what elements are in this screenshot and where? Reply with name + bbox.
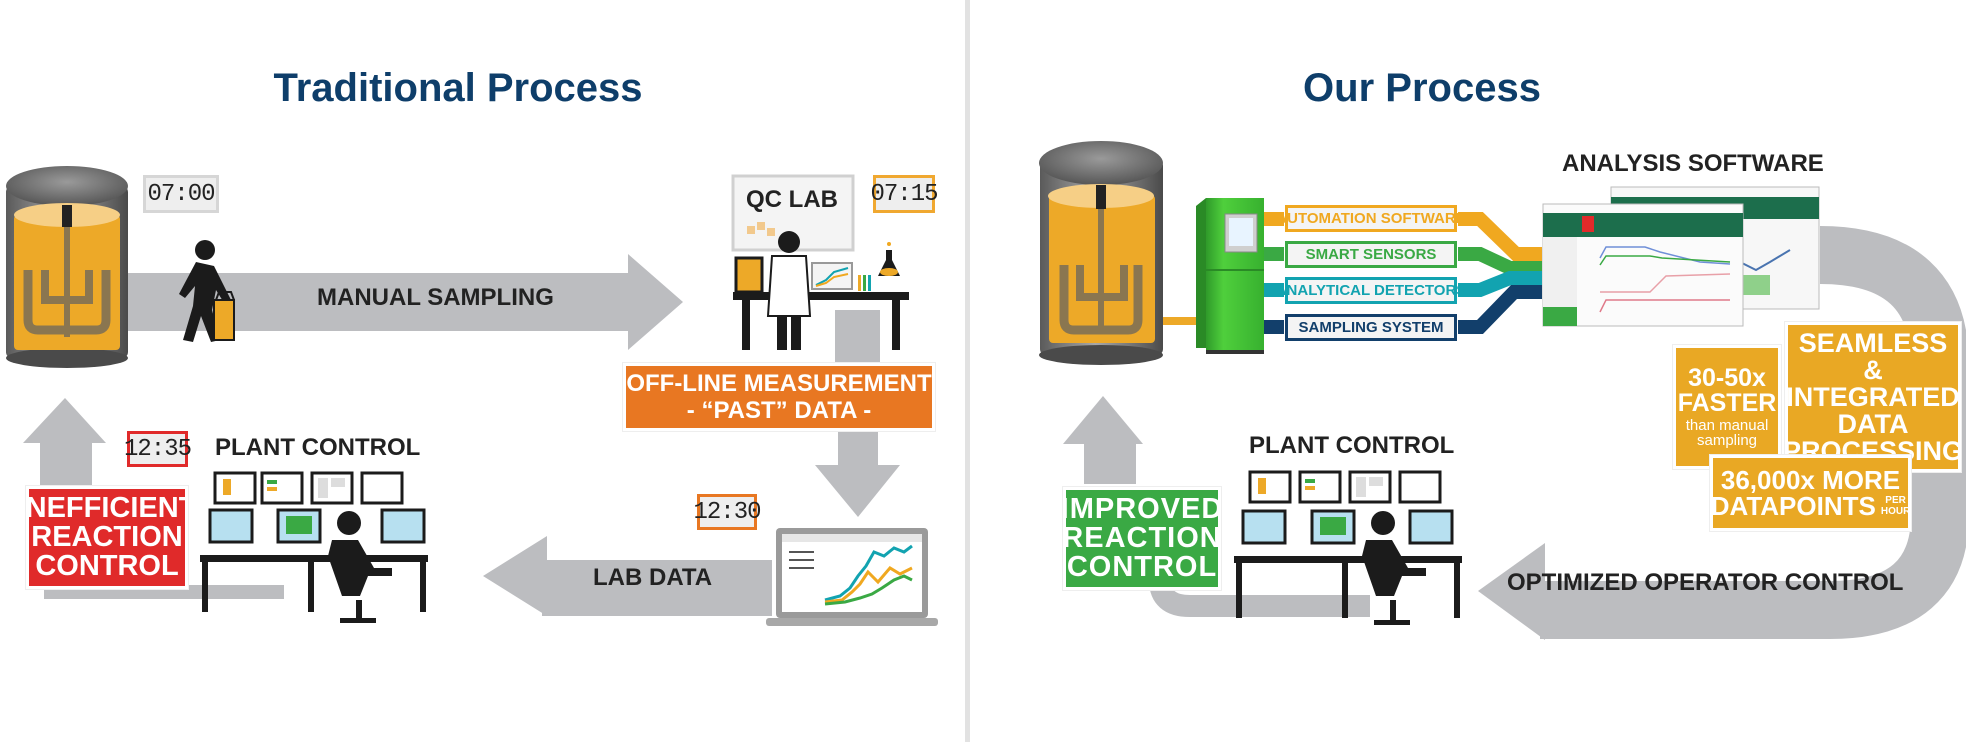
component-sampling-system: SAMPLING SYSTEM — [1285, 314, 1457, 341]
benefit-faster-line1: 30-50x — [1688, 364, 1766, 392]
offline-measurement-box: OFF-LINE MEASUREMENT - “PAST” DATA - — [622, 362, 936, 432]
component-analytical-detectors: ANALYTICAL DETECTORS — [1276, 277, 1466, 304]
benefit-datapoints-box: 36,000x MORE DATAPOINTS PER HOUR — [1709, 454, 1912, 532]
benefit-seamless-line3: DATA — [1837, 408, 1909, 439]
plant-control-label-right: PLANT CONTROL — [1249, 432, 1455, 459]
panel-divider — [965, 0, 970, 742]
clock-lab-time: 07:15 — [871, 175, 939, 213]
per-hour-unit: PER HOUR — [1881, 495, 1910, 517]
inefficient-reaction-control-box: INEFFICIENT REACTION CONTROL — [18, 485, 196, 590]
plant-control-station-icon-left — [200, 471, 428, 623]
offline-measurement-line2: - “PAST” DATA - — [686, 396, 872, 424]
reactor-icon-right — [1039, 141, 1197, 365]
per-hour-unit-top: PER — [1885, 495, 1906, 506]
manual-sampling-label: MANUAL SAMPLING — [317, 284, 554, 311]
qc-lab-label: QC LAB — [746, 186, 838, 213]
component-automation-software: AUTOMATION SOFTWARE — [1276, 205, 1466, 232]
improved-line2: REACTION — [1062, 522, 1222, 554]
lab-data-label: LAB DATA — [593, 564, 713, 591]
benefit-seamless-line2: INTEGRATED — [1786, 381, 1960, 412]
analysis-software-screenshot — [1542, 186, 1820, 327]
component-smart-sensors: SMART SENSORS — [1285, 241, 1457, 268]
benefit-seamless-box: SEAMLESS & INTEGRATED DATA PROCESSING — [1783, 321, 1963, 473]
analysis-software-label: ANALYSIS SOFTWARE — [1562, 150, 1824, 177]
optimized-operator-control-label: OPTIMIZED OPERATOR CONTROL — [1507, 569, 1904, 596]
laptop-chart-icon — [766, 528, 938, 626]
improved-reaction-control-box: IMPROVED REACTION CONTROL — [1060, 486, 1224, 591]
clock-control-time: 12:35 — [124, 431, 192, 467]
clock-sample-time: 07:00 — [143, 175, 219, 213]
benefit-datapoints-line2: DATAPOINTS — [1710, 491, 1876, 521]
reactor-icon — [6, 166, 128, 368]
traditional-process-title: Traditional Process — [273, 66, 643, 110]
improved-line3: CONTROL — [1066, 551, 1218, 583]
benefit-datapoints-line1: 36,000x MORE — [1720, 465, 1901, 495]
down-arrow — [815, 432, 900, 517]
improved-line1: IMPROVED — [1060, 493, 1224, 525]
benefit-faster-line3: than manual — [1685, 417, 1769, 434]
diagram-graphics — [6, 141, 1966, 640]
outcome-line3: CONTROL — [35, 550, 179, 582]
clock-lab-data-time: 12:30 — [694, 494, 762, 530]
benefit-faster-line4: sampling — [1696, 432, 1758, 449]
benefit-faster-line2: FASTER — [1677, 389, 1777, 417]
benefit-seamless-line1: SEAMLESS & — [1798, 327, 1948, 385]
offline-measurement-line1: OFF-LINE MEASUREMENT — [626, 369, 932, 397]
analyzer-cabinet-icon — [1196, 198, 1264, 354]
per-hour-unit-bottom: HOUR — [1880, 506, 1911, 517]
outcome-line1: INEFFICIENT — [17, 492, 197, 524]
walking-person-icon — [179, 240, 235, 342]
benefit-faster-box: 30-50x FASTER than manual sampling — [1672, 344, 1782, 470]
outcome-line2: REACTION — [31, 521, 183, 553]
our-process-title: Our Process — [1303, 66, 1541, 110]
plant-control-label-left: PLANT CONTROL — [215, 434, 421, 461]
